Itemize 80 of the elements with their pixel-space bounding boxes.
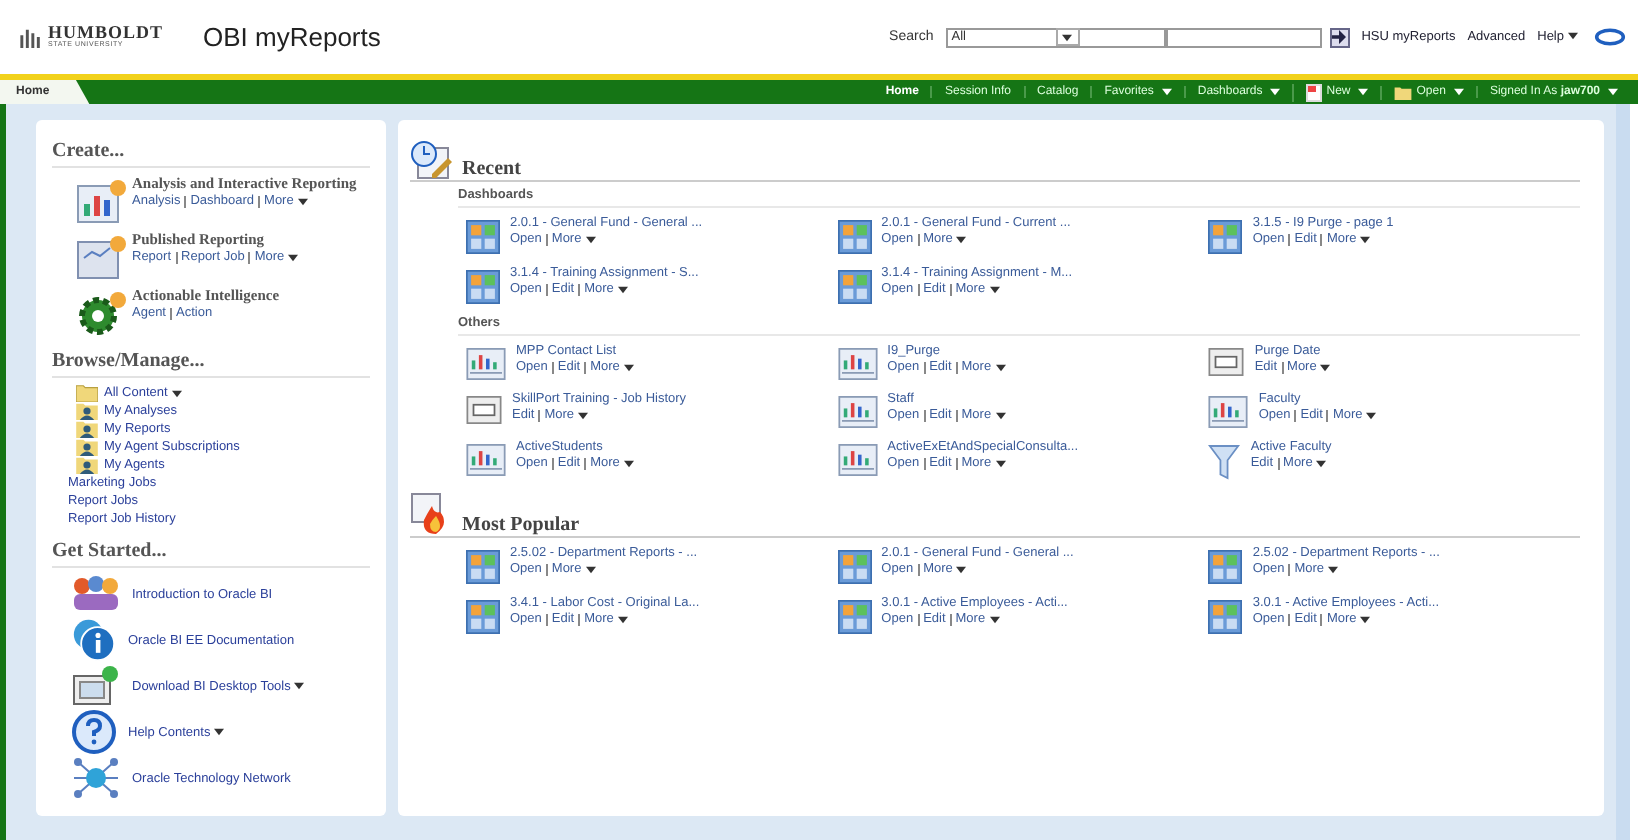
text-field-icon xyxy=(466,396,502,424)
caret-icon xyxy=(585,565,596,573)
new-document-icon xyxy=(1306,83,1323,101)
caret-icon xyxy=(623,363,634,371)
oracle-logo-icon xyxy=(1594,28,1626,46)
caret-icon xyxy=(995,411,1006,419)
caret-icon xyxy=(617,615,628,623)
dashboard-icon xyxy=(1208,600,1243,634)
user-folder-icon xyxy=(76,438,98,456)
caret-icon xyxy=(989,285,1000,293)
app-title: OBI myReports xyxy=(203,22,381,52)
monitor-icon xyxy=(72,664,120,708)
section-heading: Browse/Manage... xyxy=(52,350,370,378)
section-heading: Create... xyxy=(52,140,370,168)
caret-icon xyxy=(1358,88,1369,96)
table-chart-icon xyxy=(466,444,506,476)
caret-icon xyxy=(214,728,225,736)
caret-icon xyxy=(1328,565,1339,573)
caret-icon xyxy=(1360,235,1371,243)
caret-icon xyxy=(989,615,1000,623)
caret-icon xyxy=(1366,411,1377,419)
user-folder-icon xyxy=(76,402,98,420)
caret-icon xyxy=(288,253,299,261)
dashboard-icon xyxy=(466,270,500,304)
caret-icon xyxy=(1608,88,1618,96)
caret-icon xyxy=(617,285,628,293)
dashboard-icon xyxy=(837,600,872,634)
user-folder-icon xyxy=(76,420,98,438)
caret-icon xyxy=(1316,459,1327,467)
table-chart-icon xyxy=(837,348,878,380)
dashboard-icon xyxy=(466,220,500,254)
arrow-icon xyxy=(1332,30,1347,44)
caret-icon xyxy=(171,389,182,397)
section-heading: Recent xyxy=(462,158,521,180)
dashboard-icon xyxy=(837,220,872,254)
caret-icon xyxy=(578,411,589,419)
folder-icon xyxy=(1394,85,1413,99)
caret-icon xyxy=(995,459,1006,467)
caret-icon xyxy=(1568,32,1578,41)
user-folder-icon xyxy=(76,456,98,474)
report-icon xyxy=(76,234,128,282)
caret-icon xyxy=(1453,88,1464,96)
dropdown-caret-icon xyxy=(1062,33,1073,41)
gear-icon xyxy=(76,290,128,338)
table-chart-icon xyxy=(837,396,878,428)
dashboard-icon xyxy=(837,270,872,304)
dashboard-icon xyxy=(466,550,500,584)
dashboard-icon xyxy=(466,600,500,634)
table-chart-icon xyxy=(466,348,506,380)
people-icon xyxy=(72,574,120,614)
caret-icon xyxy=(1161,88,1172,96)
table-chart-icon xyxy=(1208,396,1249,428)
caret-icon xyxy=(1270,88,1281,96)
logo-name: HUMBOLDT xyxy=(48,24,164,43)
section-heading: Get Started... xyxy=(52,540,370,568)
caret-icon xyxy=(956,565,967,573)
network-icon xyxy=(72,756,120,800)
caret-icon xyxy=(995,363,1006,371)
caret-icon xyxy=(1360,615,1371,623)
table-chart-icon xyxy=(837,444,878,476)
caret-icon xyxy=(294,682,305,690)
logo-icon xyxy=(20,26,42,48)
search-go-button[interactable] xyxy=(1329,27,1350,47)
chart-icon xyxy=(76,178,128,226)
dashboard-icon xyxy=(1208,550,1243,584)
folder-icon xyxy=(76,384,98,402)
clock-pencil-icon xyxy=(410,140,454,180)
dashboard-icon xyxy=(837,550,872,584)
caret-icon xyxy=(585,235,596,243)
help-icon xyxy=(72,710,116,754)
funnel-icon xyxy=(1208,444,1241,480)
caret-icon xyxy=(956,235,967,243)
info-icon xyxy=(72,618,116,662)
search-field[interactable] xyxy=(1165,27,1322,47)
text-field-icon xyxy=(1208,348,1245,376)
caret-icon xyxy=(297,197,308,205)
section-heading: Most Popular xyxy=(462,514,580,536)
caret-icon xyxy=(623,459,634,467)
caret-icon xyxy=(1320,363,1331,371)
dashboard-icon xyxy=(1208,220,1243,254)
